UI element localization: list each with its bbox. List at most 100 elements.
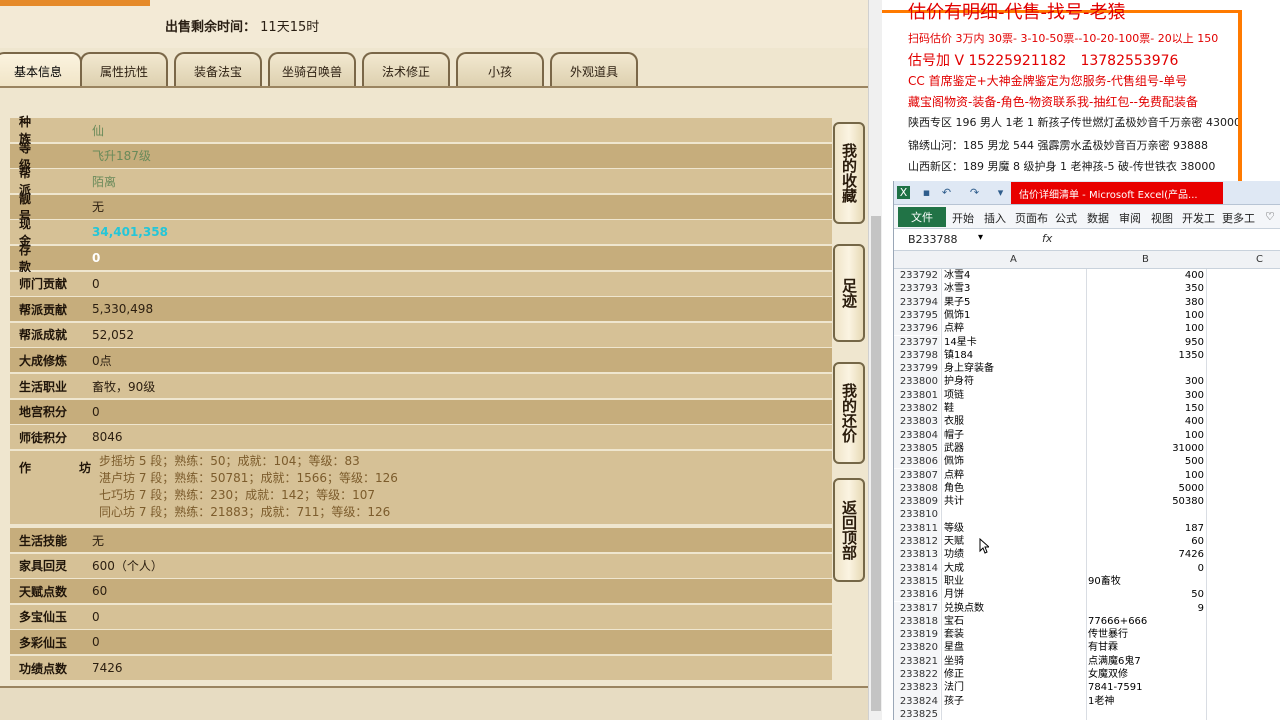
fx-icon[interactable]: fx [1042,232,1052,245]
name-box-dropdown-icon[interactable]: ▾ [978,232,983,243]
row-number[interactable]: 233802 [894,402,940,416]
row-number[interactable]: 233801 [894,388,940,402]
cell-a[interactable]: 法门 [944,681,1084,694]
save-icon[interactable]: ▪ [920,186,933,199]
row-number[interactable]: 233805 [894,441,940,456]
cell-a[interactable]: 等级 [944,522,1084,535]
row-number[interactable]: 233824 [894,694,940,708]
cell-a[interactable]: 大成 [944,562,1084,575]
ribbon-collapse-icon[interactable]: ♡ [1265,210,1275,223]
cell-b[interactable]: 31000 [1088,442,1204,455]
row-number[interactable]: 233804 [894,428,940,442]
row-number[interactable]: 233799 [894,362,940,376]
cell-b[interactable]: 100 [1088,469,1204,482]
cell-b[interactable]: 9 [1088,602,1204,615]
sheet-row[interactable]: 233807 点粹 100 [894,468,1280,482]
sheet-row[interactable]: 233801 项链 300 [894,388,1280,402]
cell-a[interactable]: 坐骑 [944,655,1084,668]
cell-b[interactable]: 传世暴行 [1088,628,1204,641]
menu-data[interactable]: 数据 [1087,210,1109,226]
redo-icon[interactable]: ↷ [968,186,981,199]
row-number[interactable]: 233797 [894,335,940,349]
menu-formulas[interactable]: 公式 [1055,210,1077,226]
cell-a[interactable]: 护身符 [944,375,1084,388]
cell-b[interactable]: 100 [1088,322,1204,335]
sheet-row[interactable]: 233796 点粹 100 [894,322,1280,336]
cell-b[interactable]: 380 [1088,296,1204,309]
row-number[interactable]: 233798 [894,348,940,363]
my-favorites-button[interactable]: 我的收藏 [833,122,865,224]
scrollbar-thumb[interactable] [871,216,881,711]
row-number[interactable]: 233817 [894,601,940,615]
col-header-c[interactable]: C [1256,254,1263,265]
cell-b[interactable]: 90畜牧 [1088,575,1204,588]
sheet-row[interactable]: 233818 宝石 77666+666 [894,614,1280,629]
cell-b[interactable]: 300 [1088,389,1204,402]
menu-review[interactable]: 审阅 [1119,210,1141,226]
sheet-row[interactable]: 233817 兑换点数 9 [894,601,1280,615]
sheet-row[interactable]: 233808 角色 5000 [894,481,1280,496]
sheet-row[interactable]: 233800 护身符 300 [894,375,1280,389]
cell-b[interactable]: 0 [1088,562,1204,575]
row-number[interactable]: 233792 [894,269,940,283]
cell-b[interactable]: 7426 [1088,548,1204,561]
cell-a[interactable]: 武器 [944,442,1084,455]
cell-b[interactable]: 7841-7591 [1088,681,1204,694]
sheet-row[interactable]: 233793 冰雪3 350 [894,282,1280,296]
row-number[interactable]: 233803 [894,415,940,429]
row-number[interactable]: 233823 [894,681,940,695]
cell-a[interactable]: 冰雪3 [944,282,1084,295]
cell-a[interactable]: 点粹 [944,469,1084,482]
cell-b[interactable]: 100 [1088,309,1204,322]
sheet-row[interactable]: 233799 身上穿装备 [894,362,1280,376]
cell-b[interactable]: 77666+666 [1088,615,1204,628]
col-header-b[interactable]: B [1142,254,1149,265]
cell-a[interactable]: 14星卡 [944,336,1084,349]
cell-b[interactable]: 300 [1088,375,1204,388]
cell-b[interactable]: 60 [1088,535,1204,548]
cell-a[interactable]: 套装 [944,628,1084,641]
sheet-row[interactable]: 233804 帽子 100 [894,428,1280,442]
cell-a[interactable]: 衣服 [944,415,1084,428]
row-number[interactable]: 233819 [894,628,940,642]
cell-b[interactable]: 1350 [1088,349,1204,362]
sheet-row[interactable]: 233795 佩饰1 100 [894,308,1280,323]
cell-a[interactable]: 天赋 [944,535,1084,548]
cell-b[interactable]: 187 [1088,522,1204,535]
row-number[interactable]: 233821 [894,654,940,668]
sheet-row[interactable]: 233824 孩子 1老神 [894,694,1280,708]
cell-a[interactable]: 星盘 [944,641,1084,654]
sheet-row[interactable]: 233805 武器 31000 [894,441,1280,456]
sheet-row[interactable]: 233794 果子5 380 [894,295,1280,309]
row-number[interactable]: 233808 [894,481,940,496]
cell-b[interactable]: 50380 [1088,495,1204,508]
cell-a[interactable]: 孩子 [944,695,1084,708]
cell-b[interactable]: 950 [1088,336,1204,349]
cell-a[interactable]: 修正 [944,668,1084,681]
sheet-row[interactable]: 233819 套装 传世暴行 [894,628,1280,642]
menu-view[interactable]: 视图 [1151,210,1173,226]
sheet-row[interactable]: 233798 镇184 1350 [894,348,1280,363]
row-number[interactable]: 233825 [894,707,940,720]
cell-b[interactable]: 500 [1088,455,1204,468]
tab-attributes[interactable]: 属性抗性 [80,52,168,88]
cell-a[interactable]: 佩饰 [944,455,1084,468]
sheet-row[interactable]: 233823 法门 7841-7591 [894,681,1280,695]
menu-insert[interactable]: 插入 [984,210,1006,226]
cell-b[interactable]: 5000 [1088,482,1204,495]
cell-a[interactable]: 佩饰1 [944,309,1084,322]
cell-a[interactable]: 鞋 [944,402,1084,415]
tab-appearance[interactable]: 外观道具 [550,52,638,88]
cell-a[interactable]: 冰雪4 [944,269,1084,282]
menu-home[interactable]: 开始 [952,210,974,226]
menu-developer[interactable]: 开发工 [1182,210,1215,226]
file-tab[interactable]: 文件 [898,207,946,227]
menu-page-layout[interactable]: 页面布 [1015,210,1048,226]
page-scrollbar[interactable] [868,0,882,720]
sheet-row[interactable]: 233822 修正 女魔双修 [894,668,1280,682]
cell-b[interactable]: 400 [1088,269,1204,282]
cell-b[interactable]: 1老神 [1088,695,1204,708]
cell-b[interactable]: 有甘霖 [1088,641,1204,654]
row-number[interactable]: 233814 [894,561,940,575]
cell-a[interactable]: 镇184 [944,349,1084,362]
